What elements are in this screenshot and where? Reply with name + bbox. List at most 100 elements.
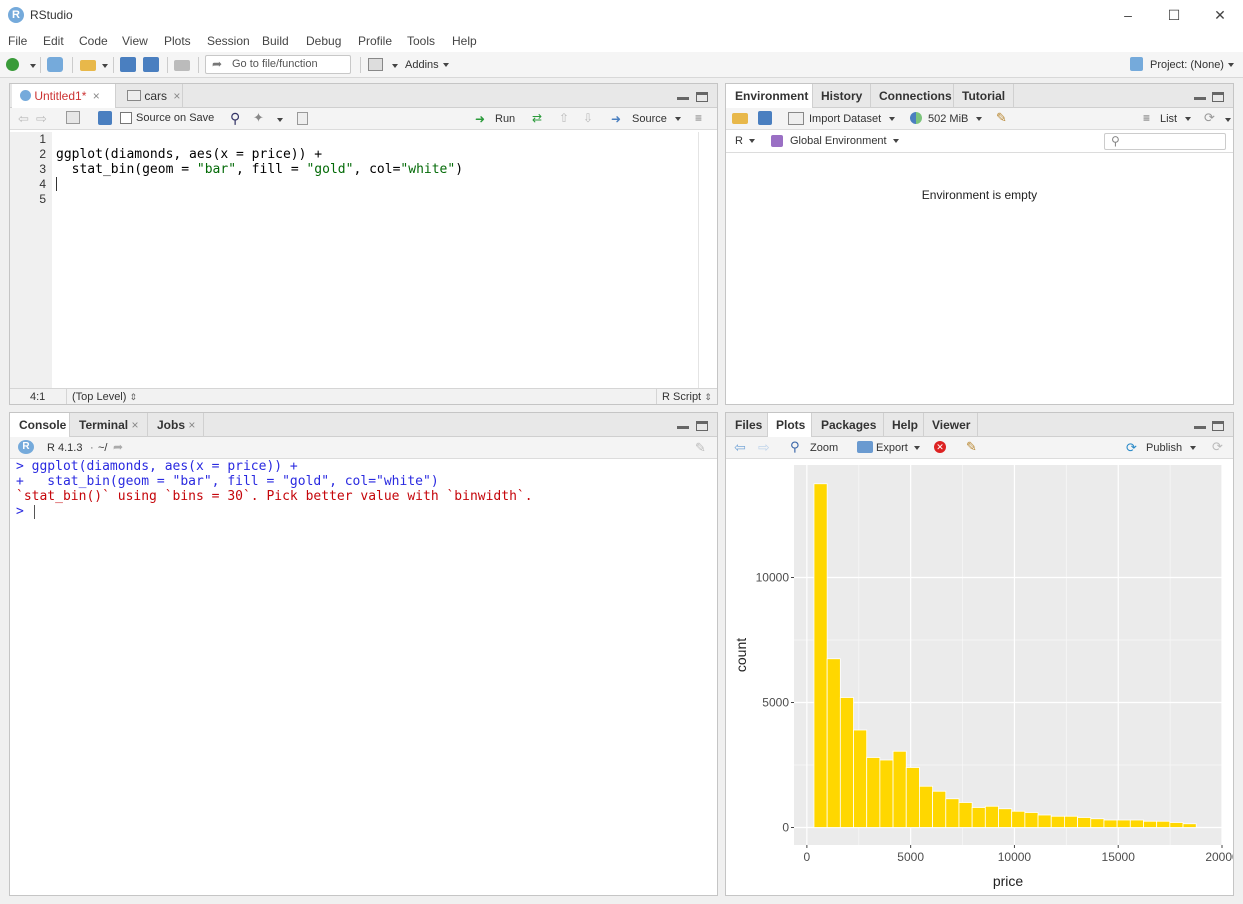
publish-button[interactable]: Publish <box>1146 442 1197 454</box>
tab-packages[interactable]: Packages <box>812 413 884 437</box>
close-tab-icon[interactable]: × <box>173 89 180 103</box>
minimize-pane-icon[interactable] <box>677 94 689 100</box>
save-workspace-icon[interactable] <box>758 111 772 125</box>
back-arrow-icon[interactable]: ⇦ <box>18 111 29 127</box>
minimize-pane-icon[interactable] <box>1194 94 1206 100</box>
menu-tools[interactable]: Tools <box>407 34 435 48</box>
refresh-icon[interactable]: ⟳ <box>1204 110 1215 126</box>
go-to-next-section-icon[interactable]: ⇩ <box>583 111 593 125</box>
close-tab-icon[interactable]: × <box>131 418 138 432</box>
menu-plots[interactable]: Plots <box>164 34 191 48</box>
new-file-dropdown-icon[interactable] <box>30 64 36 68</box>
language-selector[interactable]: R <box>735 135 755 147</box>
tab-files[interactable]: Files <box>726 413 768 437</box>
import-dataset-button[interactable]: Import Dataset <box>809 113 896 125</box>
maximize-pane-icon[interactable] <box>1212 421 1224 431</box>
source-on-save-checkbox[interactable] <box>120 112 132 124</box>
open-file-icon[interactable] <box>80 60 96 71</box>
close-tab-icon[interactable]: × <box>93 89 100 103</box>
maximize-pane-icon[interactable] <box>696 92 708 102</box>
search-icon[interactable]: ⚲ <box>230 110 240 127</box>
code-editor[interactable]: ggplot(diamonds, aes(x = price)) + stat_… <box>10 132 717 391</box>
zoom-button[interactable]: Zoom <box>810 442 838 454</box>
save-file-icon[interactable] <box>98 111 112 125</box>
save-all-icon[interactable] <box>143 57 159 72</box>
refresh-dropdown-icon[interactable] <box>1225 118 1231 122</box>
clear-console-broom-icon[interactable]: ✎ <box>695 440 706 456</box>
tab-history[interactable]: History <box>813 84 871 108</box>
show-in-window-icon[interactable] <box>66 111 80 124</box>
code-tools-wand-icon[interactable]: ✦ <box>253 110 264 126</box>
environment-scope-selector[interactable]: Global Environment <box>790 135 899 147</box>
menu-edit[interactable]: Edit <box>43 34 64 48</box>
view-mode-button[interactable]: List <box>1160 113 1192 125</box>
tab-untitled1[interactable]: Untitled1* × <box>12 84 116 109</box>
menu-build[interactable]: Build <box>262 34 289 48</box>
go-to-previous-section-icon[interactable]: ⇧ <box>559 111 569 125</box>
scope-selector[interactable]: (Top Level) ⇕ <box>72 391 137 403</box>
save-icon[interactable] <box>120 57 136 72</box>
tab-cars[interactable]: cars × <box>117 84 183 108</box>
addins-button[interactable]: Addins <box>405 59 449 71</box>
tab-viewer[interactable]: Viewer <box>924 413 978 437</box>
menu-session[interactable]: Session <box>207 34 250 48</box>
clear-workspace-broom-icon[interactable]: ✎ <box>996 110 1007 126</box>
project-icon[interactable] <box>1130 57 1143 71</box>
menu-code[interactable]: Code <box>79 34 108 48</box>
maximize-pane-icon[interactable] <box>1212 92 1224 102</box>
histogram-bar <box>1169 822 1184 828</box>
minimize-pane-icon[interactable] <box>1194 423 1206 429</box>
project-menu-button[interactable]: Project: (None) <box>1150 59 1234 71</box>
close-window-button[interactable]: ✕ <box>1197 4 1243 26</box>
tab-environment[interactable]: Environment <box>726 84 813 109</box>
maximize-window-button[interactable]: ☐ <box>1151 4 1197 26</box>
menu-debug[interactable]: Debug <box>306 34 341 48</box>
maximize-pane-icon[interactable] <box>696 421 708 431</box>
tab-tutorial[interactable]: Tutorial <box>954 84 1014 108</box>
next-plot-icon[interactable]: ⇨ <box>758 439 770 456</box>
document-outline-icon[interactable]: ≡ <box>695 111 702 125</box>
new-file-icon[interactable] <box>6 58 19 71</box>
previous-plot-icon[interactable]: ⇦ <box>734 439 746 456</box>
histogram-bar <box>1050 815 1065 828</box>
memory-usage-button[interactable]: 502 MiB <box>928 113 983 125</box>
tab-connections[interactable]: Connections <box>871 84 954 108</box>
pane-layout-icon[interactable] <box>368 58 383 71</box>
minimize-pane-icon[interactable] <box>677 423 689 429</box>
tab-plots[interactable]: Plots <box>768 413 812 438</box>
histogram-bar <box>813 483 828 828</box>
rerun-icon[interactable]: ⇄ <box>532 111 542 125</box>
open-file-dropdown-icon[interactable] <box>102 64 108 68</box>
export-icon <box>857 441 873 453</box>
tab-terminal[interactable]: Terminal × <box>70 413 148 437</box>
pane-layout-dropdown-icon[interactable] <box>392 64 398 68</box>
go-to-file-function-input[interactable]: ➦ Go to file/function <box>205 55 351 74</box>
menu-file[interactable]: File <box>8 34 27 48</box>
export-button[interactable]: Export <box>876 442 920 454</box>
code-tools-dropdown-icon[interactable] <box>277 118 283 122</box>
source-button[interactable]: Source <box>632 113 681 125</box>
menu-help[interactable]: Help <box>452 34 477 48</box>
tab-jobs[interactable]: Jobs × <box>148 413 204 437</box>
refresh-plot-icon[interactable]: ⟳ <box>1212 439 1223 455</box>
forward-arrow-icon[interactable]: ⇨ <box>36 111 47 127</box>
menu-view[interactable]: View <box>122 34 148 48</box>
new-project-icon[interactable] <box>47 57 63 72</box>
language-dropdown-icon <box>748 139 755 144</box>
load-workspace-icon[interactable] <box>732 113 748 124</box>
remove-plot-icon[interactable]: ✕ <box>934 441 946 453</box>
histogram-bar <box>1156 820 1171 828</box>
tab-help[interactable]: Help <box>884 413 924 437</box>
go-to-directory-icon[interactable]: ➦ <box>113 440 123 454</box>
compile-report-icon[interactable] <box>297 112 308 125</box>
close-tab-icon[interactable]: × <box>188 418 195 432</box>
menu-profile[interactable]: Profile <box>358 34 392 48</box>
minimize-window-button[interactable]: – <box>1105 4 1151 26</box>
file-type-selector[interactable]: R Script ⇕ <box>662 391 712 403</box>
clear-plots-broom-icon[interactable]: ✎ <box>966 439 977 455</box>
print-icon[interactable] <box>174 60 190 71</box>
tab-console[interactable]: Console <box>10 413 70 438</box>
environment-search-input[interactable]: ⚲ <box>1104 133 1226 150</box>
console-output[interactable]: > ggplot(diamonds, aes(x = price)) + + s… <box>10 459 717 895</box>
run-button[interactable]: Run <box>495 113 515 125</box>
